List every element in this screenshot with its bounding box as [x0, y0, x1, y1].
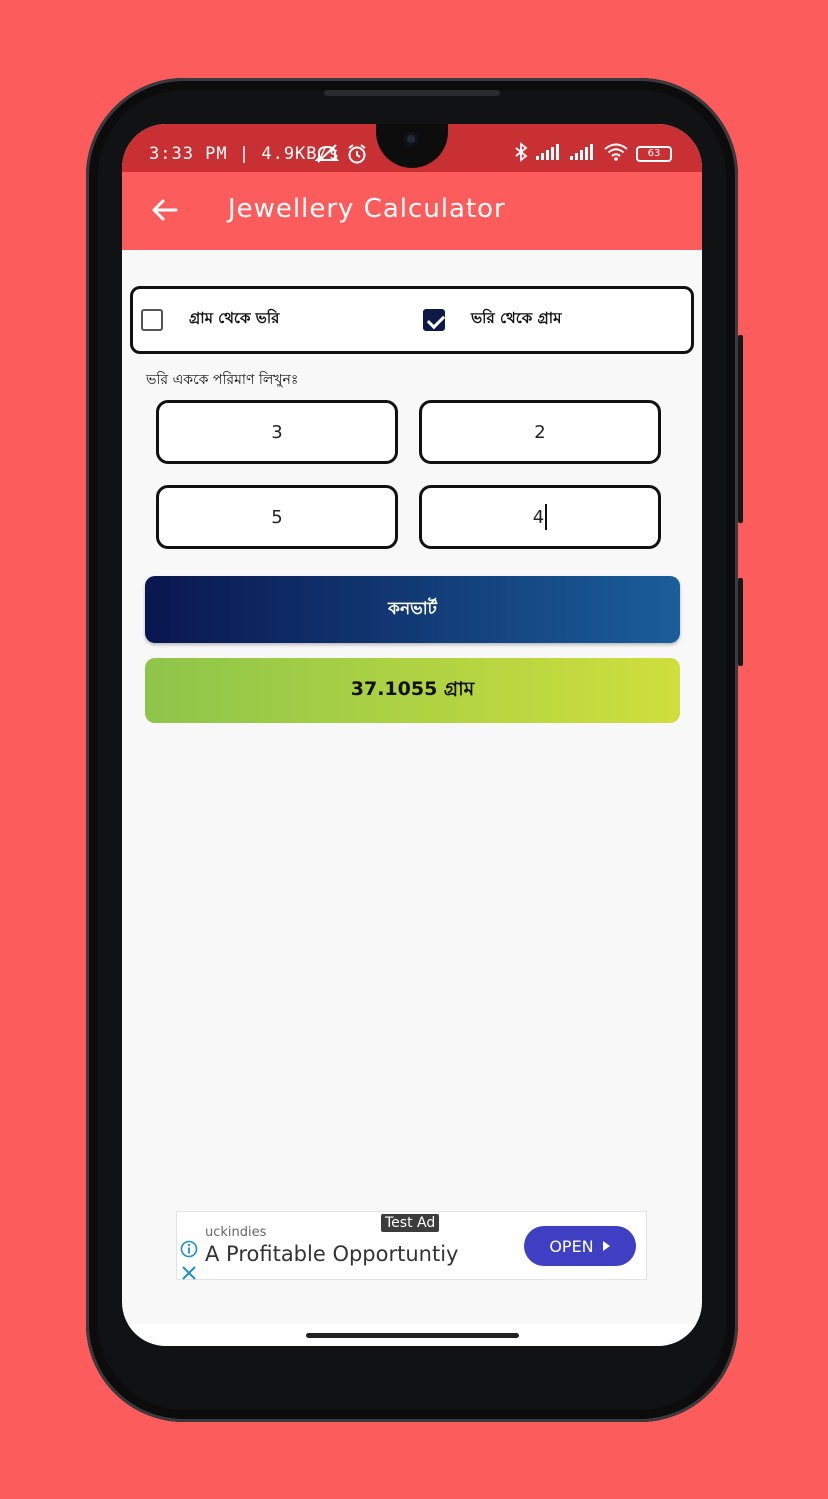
volume-button [738, 335, 743, 523]
ad-headline: A Profitable Opportuntiy [205, 1242, 459, 1266]
play-arrow-icon [602, 1237, 611, 1256]
result-display: 37.1055 গ্রাম [145, 658, 680, 723]
input-field-1[interactable]: 3 [156, 400, 398, 464]
ad-open-button[interactable]: OPEN [524, 1226, 636, 1266]
input-field-4-value: 4 [532, 506, 545, 528]
camera-notch [376, 124, 448, 168]
bluetooth-icon [514, 142, 528, 166]
option-vori-to-gram[interactable]: ভরি থেকে গ্রাম [423, 307, 561, 332]
status-bar: 3:33 PM | 4.9KB/s 63 [122, 124, 702, 172]
home-indicator[interactable] [306, 1333, 519, 1338]
input-field-1-value: 3 [271, 421, 283, 443]
checkbox-vori-to-gram[interactable] [423, 308, 445, 331]
ad-controls [180, 1240, 198, 1286]
input-field-4[interactable]: 4 [419, 485, 661, 549]
close-icon[interactable] [180, 1264, 198, 1286]
ad-banner[interactable]: Test Ad uckindies A Profitable Opportunt… [176, 1211, 647, 1280]
status-time-speed: 3:33 PM | 4.9KB/s [149, 144, 340, 164]
front-camera [404, 132, 418, 146]
input-field-2[interactable]: 2 [419, 400, 661, 464]
input-prompt-label: ভরি এককে পরিমাণ লিখুনঃ [146, 372, 299, 388]
input-field-3-value: 5 [271, 506, 283, 528]
result-text: 37.1055 গ্রাম [350, 677, 475, 700]
mute-icon [314, 144, 340, 168]
signal-icon [536, 144, 562, 164]
conversion-mode-card: গ্রাম থেকে ভরি ভরি থেকে গ্রাম [130, 286, 694, 354]
power-button [738, 578, 743, 666]
phone-screen: 3:33 PM | 4.9KB/s 63 Jewellery Calculato… [122, 124, 702, 1346]
wifi-icon [604, 143, 628, 165]
input-field-3[interactable]: 5 [156, 485, 398, 549]
info-icon[interactable] [180, 1240, 198, 1262]
back-arrow-icon[interactable] [150, 196, 178, 224]
convert-button[interactable]: কনভার্ট [145, 576, 680, 643]
battery-level: 63 [647, 148, 661, 159]
option-vori-to-gram-label: ভরি থেকে গ্রাম [471, 309, 562, 327]
checkbox-gram-to-vori[interactable] [141, 308, 163, 331]
test-ad-tag: Test Ad [381, 1214, 440, 1232]
earpiece-speaker [324, 90, 500, 96]
ad-advertiser: uckindies [205, 1225, 267, 1240]
input-field-2-value: 2 [534, 421, 546, 443]
convert-button-label: কনভার্ট [388, 598, 437, 619]
app-bar: Jewellery Calculator [122, 172, 702, 250]
ad-open-label: OPEN [549, 1236, 594, 1256]
battery-icon: 63 [636, 146, 672, 162]
option-gram-to-vori-label: গ্রাম থেকে ভরি [189, 309, 280, 327]
signal-icon-2 [570, 144, 596, 164]
text-cursor [545, 504, 548, 530]
page-title: Jewellery Calculator [228, 194, 506, 224]
alarm-icon [346, 144, 368, 168]
option-gram-to-vori[interactable]: গ্রাম থেকে ভরি [141, 307, 279, 332]
